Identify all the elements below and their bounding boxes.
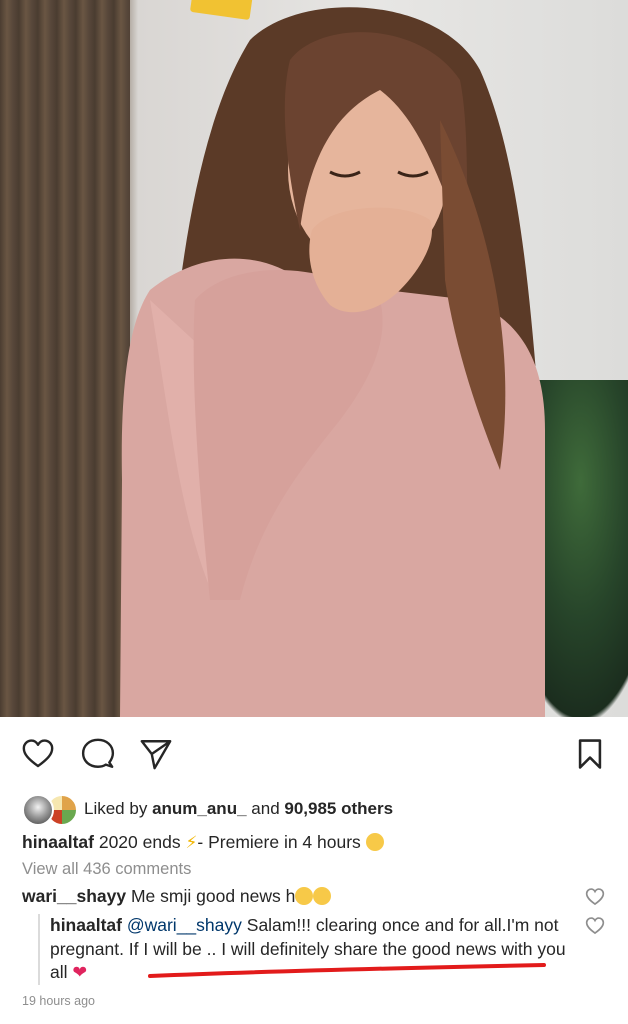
reply-like-heart-icon[interactable] [585,916,605,936]
paper-plane-icon [140,740,172,770]
comment-like-heart-icon[interactable] [585,887,605,907]
heart-outline-icon [22,739,54,768]
comment-username[interactable]: wari__shayy [22,886,126,906]
like-button[interactable] [18,734,58,774]
likes-summary: Liked by anum_anu_ and 90,985 others [84,799,393,819]
post-timestamp: 19 hours ago [22,994,95,1008]
post-photo[interactable] [0,0,628,717]
likes-prefix: Liked by [84,799,148,818]
laughing-emoji-icon [295,887,314,905]
comment-bubble-icon [81,738,115,768]
comment-button[interactable] [78,734,118,774]
red-underline-annotation [148,963,546,978]
rofl-emoji-icon [313,887,332,905]
comment-text: Me smji good news h [130,886,296,906]
bookmark-icon [578,739,602,769]
reply-username[interactable]: hinaaltaf [50,915,122,935]
likes-conjunction: and [251,799,280,818]
view-all-comments-link[interactable]: View all 436 comments [22,860,191,879]
red-heart-icon: ❤ [72,962,88,982]
likes-count[interactable]: 90,985 others [284,799,393,818]
share-button[interactable] [136,734,176,774]
laughing-emoji-icon [365,833,384,851]
likes-row[interactable]: Liked by anum_anu_ and 90,985 others [22,793,622,826]
person-illustration [120,7,545,717]
post-action-bar [0,734,628,778]
reply-mention[interactable]: @wari__shayy [127,915,242,935]
caption-text-start: 2020 ends [98,832,181,852]
caption-username[interactable]: hinaaltaf [22,832,94,852]
save-button[interactable] [570,734,610,774]
lightning-icon: ⚡ [185,833,198,852]
avatar [22,794,54,826]
liker-avatars [22,794,82,826]
post-caption: hinaaltaf 2020 ends ⚡- Premiere in 4 hou… [22,829,622,856]
liker-username[interactable]: anum_anu_ [152,799,246,818]
comment-item: wari__shayy Me smji good news h [22,884,582,908]
caption-text-end: - Premiere in 4 hours [197,832,361,852]
